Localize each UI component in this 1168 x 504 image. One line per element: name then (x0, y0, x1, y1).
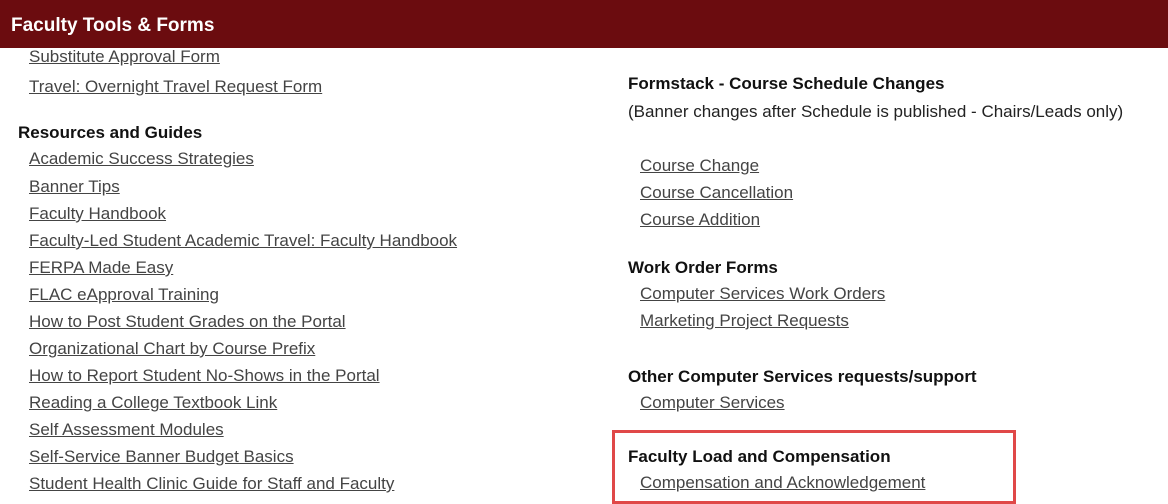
resource-link[interactable]: Academic Success Strategies (29, 148, 254, 170)
resource-link[interactable]: Self Assessment Modules (29, 419, 224, 441)
resource-link[interactable]: Faculty-Led Student Academic Travel: Fac… (29, 230, 457, 252)
resource-link[interactable]: How to Post Student Grades on the Portal (29, 311, 346, 333)
resources-heading: Resources and Guides (18, 123, 203, 142)
resource-link[interactable]: Banner Tips (29, 176, 120, 198)
formstack-description: (Banner changes after Schedule is publis… (628, 102, 1124, 121)
work-order-forms-heading: Work Order Forms (628, 258, 778, 277)
course-cancellation-link[interactable]: Course Cancellation (640, 182, 793, 204)
resource-link[interactable]: Faculty Handbook (29, 203, 166, 225)
panel-header: Faculty Tools & Forms (0, 0, 1168, 48)
course-addition-link[interactable]: Course Addition (640, 209, 760, 231)
course-change-link[interactable]: Course Change (640, 155, 759, 177)
marketing-project-requests-link[interactable]: Marketing Project Requests (640, 310, 849, 332)
computer-services-link[interactable]: Computer Services (640, 392, 785, 414)
resource-link[interactable]: How to Report Student No-Shows in the Po… (29, 365, 380, 387)
travel-request-form-link[interactable]: Travel: Overnight Travel Request Form (29, 76, 322, 98)
resource-link[interactable]: Self-Service Banner Budget Basics (29, 446, 294, 468)
substitute-approval-form-link[interactable]: Substitute Approval Form (29, 46, 220, 68)
compensation-acknowledgement-link[interactable]: Compensation and Acknowledgement (640, 472, 925, 494)
resource-link[interactable]: Student Health Clinic Guide for Staff an… (29, 473, 394, 495)
faculty-load-heading: Faculty Load and Compensation (628, 447, 891, 466)
resource-link[interactable]: FERPA Made Easy (29, 257, 173, 279)
computer-services-work-orders-link[interactable]: Computer Services Work Orders (640, 283, 885, 305)
resource-link[interactable]: Organizational Chart by Course Prefix (29, 338, 315, 360)
panel-title: Faculty Tools & Forms (11, 15, 215, 36)
other-computer-services-heading: Other Computer Services requests/support (628, 367, 977, 386)
resource-link[interactable]: FLAC eApproval Training (29, 284, 219, 306)
resource-link[interactable]: Reading a College Textbook Link (29, 392, 277, 414)
formstack-heading: Formstack - Course Schedule Changes (628, 74, 945, 93)
